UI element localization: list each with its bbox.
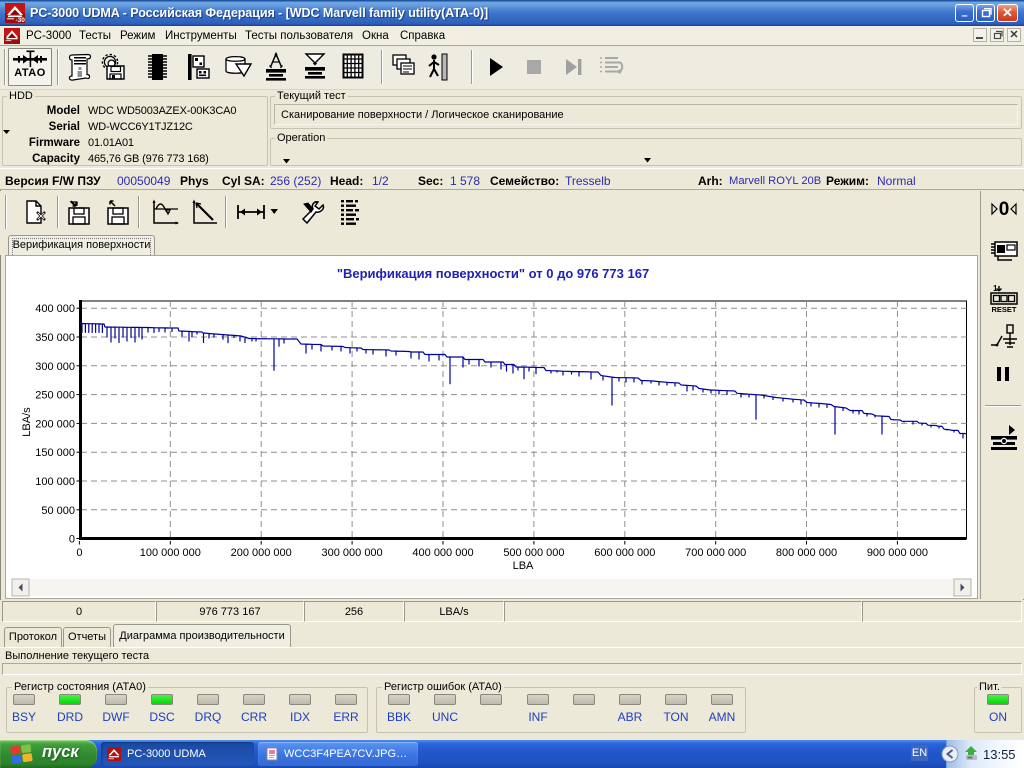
svg-text:100 000: 100 000 bbox=[35, 476, 75, 488]
svg-text:LBA: LBA bbox=[513, 560, 534, 572]
svg-text:400 000 000: 400 000 000 bbox=[412, 547, 473, 559]
svg-text:150 000: 150 000 bbox=[35, 447, 75, 459]
svg-text:200 000: 200 000 bbox=[35, 418, 75, 430]
svg-text:100 000 000: 100 000 000 bbox=[140, 547, 201, 559]
svg-text:350 000: 350 000 bbox=[35, 332, 75, 344]
svg-text:250 000: 250 000 bbox=[35, 390, 75, 402]
svg-text:-300: -300 bbox=[16, 17, 26, 23]
svg-text:RESET: RESET bbox=[991, 305, 1016, 313]
svg-text:0: 0 bbox=[76, 547, 82, 559]
svg-text:200 000 000: 200 000 000 bbox=[231, 547, 292, 559]
svg-text:500 000 000: 500 000 000 bbox=[503, 547, 564, 559]
svg-text:0: 0 bbox=[999, 199, 1010, 219]
svg-text:"Верификация поверхности" от 0: "Верификация поверхности" от 0 до 976 77… bbox=[337, 266, 649, 281]
svg-text:700 000 000: 700 000 000 bbox=[685, 547, 746, 559]
svg-text:400 000: 400 000 bbox=[35, 303, 75, 315]
svg-text:0: 0 bbox=[69, 534, 75, 546]
svg-text:300 000: 300 000 bbox=[35, 361, 75, 373]
svg-text:800 000 000: 800 000 000 bbox=[776, 547, 837, 559]
svg-text:900 000 000: 900 000 000 bbox=[867, 547, 928, 559]
svg-text:50 000: 50 000 bbox=[41, 505, 75, 517]
svg-text:300 000 000: 300 000 000 bbox=[322, 547, 383, 559]
svg-text:600 000 000: 600 000 000 bbox=[594, 547, 655, 559]
svg-text:LBA/s: LBA/s bbox=[21, 407, 33, 437]
